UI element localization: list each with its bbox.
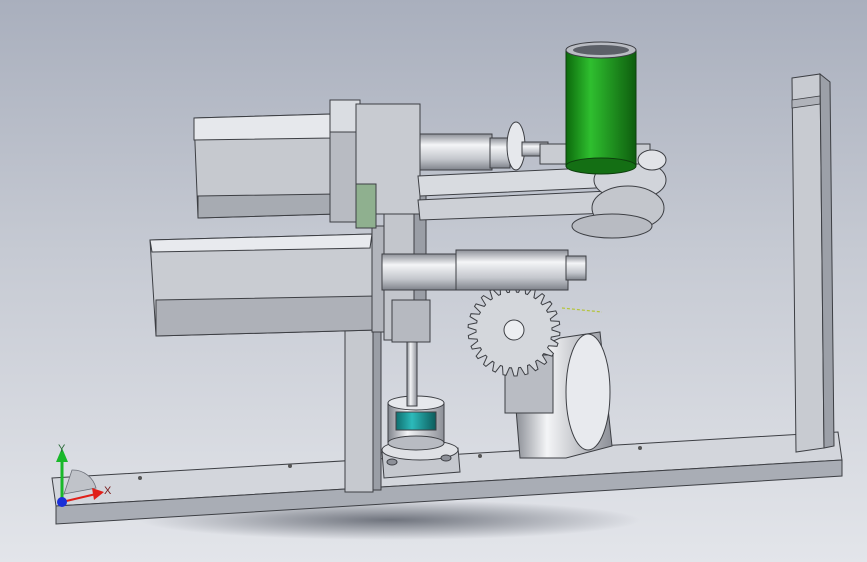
x-axis-arrow — [92, 488, 104, 500]
y-axis-label: Y — [58, 443, 66, 455]
z-axis-dot — [57, 497, 67, 507]
cad-viewport[interactable]: Y X — [0, 0, 867, 562]
x-axis-line — [61, 493, 97, 503]
x-axis-label: X — [104, 485, 112, 497]
triad-arc — [63, 469, 97, 495]
coordinate-triad: Y X — [56, 443, 112, 507]
